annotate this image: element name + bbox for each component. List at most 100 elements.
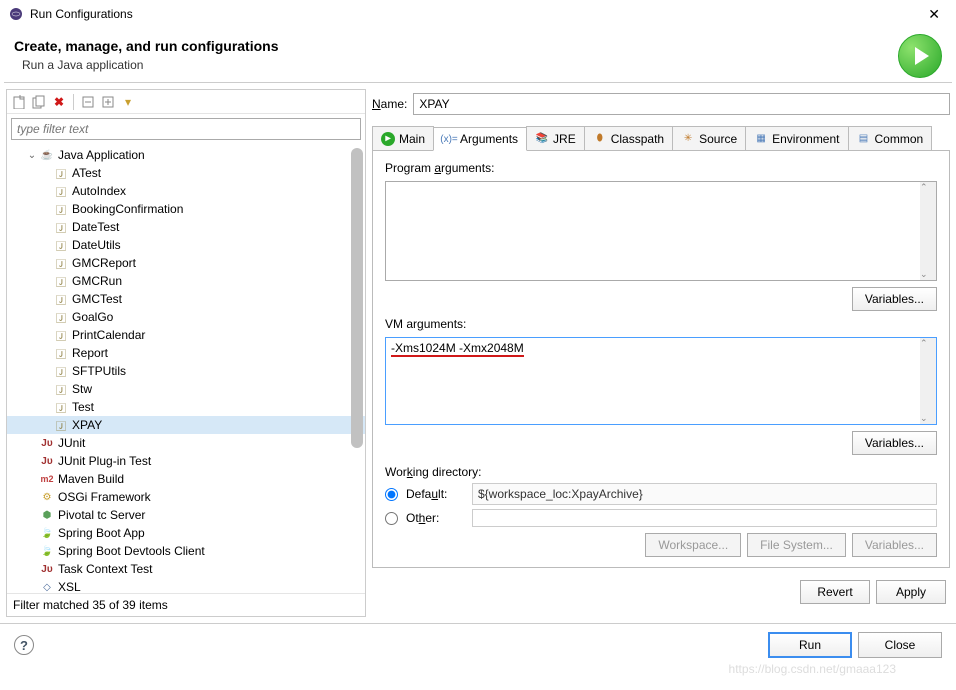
tab-jre[interactable]: 📚JRE [526, 126, 585, 150]
working-dir-label: Working directory: [385, 465, 937, 479]
wd-other-field[interactable] [472, 509, 937, 527]
java-icon: 🄹 [53, 381, 69, 397]
config-tree[interactable]: ⌄ ☕ Java Application 🄹ATest 🄹AutoIndex 🄹… [7, 144, 365, 593]
tab-content-arguments: Program arguments: ⌃⌄ Variables... VM ar… [372, 151, 950, 568]
scroll-down-icon[interactable]: ⌄ [920, 269, 936, 280]
tree-item-report[interactable]: 🄹Report [7, 344, 365, 362]
header: Create, manage, and run configurations R… [0, 28, 956, 82]
wd-other-label: Other: [406, 511, 464, 525]
apply-button[interactable]: Apply [876, 580, 946, 604]
main-tab-icon: ▸ [381, 132, 395, 146]
classpath-tab-icon: ⬮ [593, 132, 607, 146]
tree-item-xpay[interactable]: 🄹XPAY [7, 416, 365, 434]
tree-osgi[interactable]: ⚙OSGi Framework [7, 488, 365, 506]
filter-input[interactable] [11, 118, 361, 140]
close-icon[interactable]: ✕ [920, 2, 948, 27]
revert-button[interactable]: Revert [800, 580, 870, 604]
xsl-icon: ◇ [39, 579, 55, 593]
wd-default-radio[interactable] [385, 488, 398, 501]
header-subtitle: Run a Java application [14, 58, 942, 72]
tabstrip: ▸Main (x)=Arguments 📚JRE ⬮Classpath ✳Sou… [372, 125, 950, 151]
filter-status: Filter matched 35 of 39 items [7, 593, 365, 616]
java-icon: 🄹 [53, 309, 69, 325]
filesystem-button[interactable]: File System... [747, 533, 846, 557]
run-button[interactable]: Run [768, 632, 852, 658]
tab-arguments[interactable]: (x)=Arguments [433, 127, 527, 151]
filter-dropdown-icon[interactable]: ▾ [120, 94, 136, 110]
scroll-down-icon[interactable]: ⌄ [920, 413, 936, 424]
tree-item-dateutils[interactable]: 🄹DateUtils [7, 236, 365, 254]
task-context-icon: Jᴜ [39, 561, 55, 577]
java-icon: 🄹 [53, 201, 69, 217]
tab-common[interactable]: ▤Common [848, 126, 933, 150]
scroll-up-icon[interactable]: ⌃ [920, 182, 936, 193]
tab-classpath[interactable]: ⬮Classpath [584, 126, 673, 150]
scroll-up-icon[interactable]: ⌃ [920, 338, 936, 349]
scrollbar-thumb[interactable] [351, 148, 363, 448]
tree-item-gmcreport[interactable]: 🄹GMCReport [7, 254, 365, 272]
expand-all-icon[interactable] [80, 94, 96, 110]
java-icon: 🄹 [53, 237, 69, 253]
wd-variables-button[interactable]: Variables... [852, 533, 937, 557]
wd-other-radio[interactable] [385, 512, 398, 525]
wd-default-field: ${workspace_loc:XpayArchive} [472, 483, 937, 505]
tree-spring-devtools[interactable]: 🍃Spring Boot Devtools Client [7, 542, 365, 560]
maven-icon: m2 [39, 471, 55, 487]
java-icon: 🄹 [53, 219, 69, 235]
scrollbar[interactable]: ⌃⌄ [920, 182, 936, 280]
environment-tab-icon: ▦ [754, 132, 768, 146]
name-input[interactable] [413, 93, 950, 115]
program-args-textarea[interactable] [386, 182, 920, 280]
tab-main[interactable]: ▸Main [372, 126, 434, 150]
java-icon: 🄹 [53, 165, 69, 181]
left-panel: ✖ ▾ ⌄ ☕ Java Application 🄹ATest 🄹AutoInd… [6, 89, 366, 617]
tree-item-sftputils[interactable]: 🄹SFTPUtils [7, 362, 365, 380]
java-icon: 🄹 [53, 363, 69, 379]
caret-down-icon[interactable]: ⌄ [25, 150, 39, 161]
tree-item-atest[interactable]: 🄹ATest [7, 164, 365, 182]
tree-spring-app[interactable]: 🍃Spring Boot App [7, 524, 365, 542]
vm-variables-button[interactable]: Variables... [852, 431, 937, 455]
tree-java-application[interactable]: ⌄ ☕ Java Application [7, 146, 365, 164]
tree-item-gmctest[interactable]: 🄹GMCTest [7, 290, 365, 308]
tree-junit[interactable]: JᴜJUnit [7, 434, 365, 452]
working-dir-section: Working directory: Default: ${workspace_… [385, 465, 937, 557]
scrollbar[interactable]: ⌃⌄ [920, 338, 936, 424]
tab-source[interactable]: ✳Source [672, 126, 746, 150]
tree-item-datetest[interactable]: 🄹DateTest [7, 218, 365, 236]
tree-item-printcalendar[interactable]: 🄹PrintCalendar [7, 326, 365, 344]
wd-default-label: Default: [406, 487, 464, 501]
program-args-label: Program arguments: [385, 161, 937, 175]
window-title: Run Configurations [30, 7, 920, 21]
java-icon: 🄹 [53, 183, 69, 199]
tree-item-booking[interactable]: 🄹BookingConfirmation [7, 200, 365, 218]
tree-pivotal[interactable]: ⬢Pivotal tc Server [7, 506, 365, 524]
tree-item-gmcrun[interactable]: 🄹GMCRun [7, 272, 365, 290]
jre-tab-icon: 📚 [535, 132, 549, 146]
java-icon: 🄹 [53, 345, 69, 361]
collapse-all-icon[interactable] [100, 94, 116, 110]
tab-environment[interactable]: ▦Environment [745, 126, 848, 150]
tree-maven[interactable]: m2Maven Build [7, 470, 365, 488]
help-icon[interactable]: ? [14, 635, 34, 655]
workspace-button[interactable]: Workspace... [645, 533, 741, 557]
vm-args-textarea[interactable]: -Xms1024M -Xmx2048M [386, 338, 936, 360]
java-icon: 🄹 [53, 291, 69, 307]
tree-item-stw[interactable]: 🄹Stw [7, 380, 365, 398]
name-label: Name: [372, 97, 407, 111]
tree-junit-plugin[interactable]: JᴜJUnit Plug-in Test [7, 452, 365, 470]
tree-item-goalgo[interactable]: 🄹GoalGo [7, 308, 365, 326]
panel-footer-buttons: Revert Apply [372, 574, 950, 610]
titlebar: Run Configurations ✕ [0, 0, 956, 28]
program-variables-button[interactable]: Variables... [852, 287, 937, 311]
tree-item-test[interactable]: 🄹Test [7, 398, 365, 416]
spring-devtools-icon: 🍃 [39, 543, 55, 559]
tree-xsl[interactable]: ◇XSL [7, 578, 365, 593]
delete-config-icon[interactable]: ✖ [51, 94, 67, 110]
tree-task-context[interactable]: JᴜTask Context Test [7, 560, 365, 578]
close-button[interactable]: Close [858, 632, 942, 658]
bottom-bar: ? Run Close [0, 623, 956, 666]
copy-config-icon[interactable] [31, 94, 47, 110]
tree-item-autoindex[interactable]: 🄹AutoIndex [7, 182, 365, 200]
new-config-icon[interactable] [11, 94, 27, 110]
